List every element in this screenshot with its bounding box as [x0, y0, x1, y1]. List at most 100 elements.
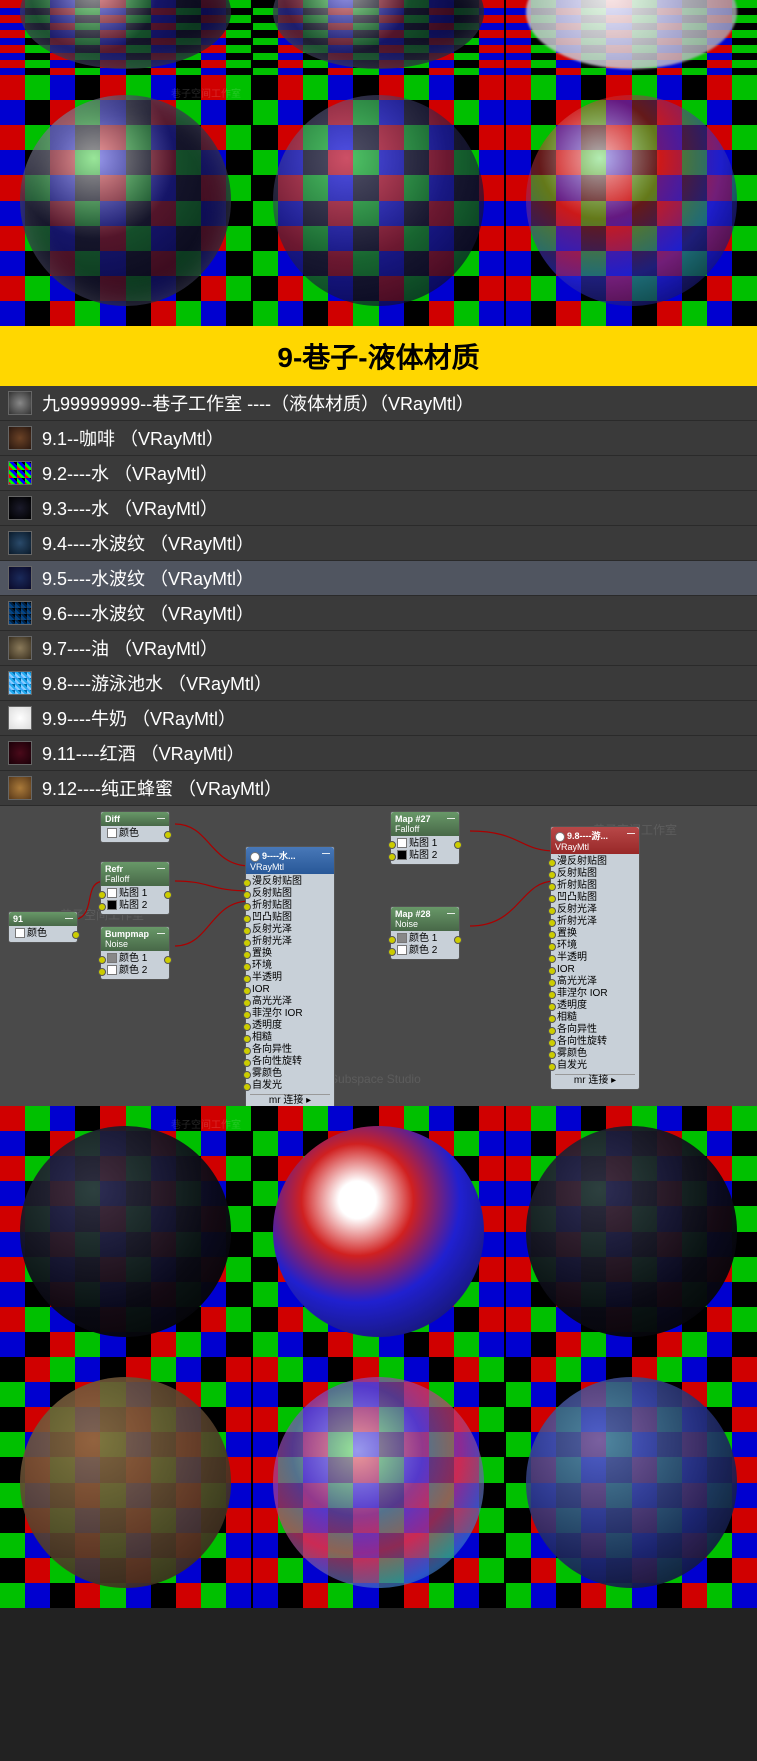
material-sphere: [273, 1377, 484, 1588]
material-swatch-icon: [8, 461, 32, 485]
node-bump[interactable]: BumpmapNoise— 颜色 1 颜色 2: [100, 926, 170, 980]
material-swatch-icon: [8, 636, 32, 660]
minimize-icon[interactable]: —: [322, 849, 330, 858]
node-param-row[interactable]: 菲涅尔 IOR: [555, 988, 635, 1000]
material-item-water2[interactable]: 9.3----水 （VRayMtl）: [0, 491, 757, 526]
node-param-row[interactable]: 各向性旋转: [250, 1056, 330, 1068]
material-item-wine[interactable]: 9.11----红酒 （VRayMtl）: [0, 736, 757, 771]
material-sphere: [526, 1377, 737, 1588]
material-swatch-icon: [8, 741, 32, 765]
material-sphere: [526, 95, 737, 306]
material-item-header[interactable]: 九99999999--巷子工作室 ----（液体材质）（VRayMtl）: [0, 386, 757, 421]
material-sphere: [273, 1126, 484, 1337]
preview-row-3: 巷子空间工作室: [0, 1106, 757, 1357]
node-param-row[interactable]: 折射贴图: [555, 880, 635, 892]
node-param-row[interactable]: 自发光: [555, 1060, 635, 1072]
material-item-water1[interactable]: 9.2----水 （VRayMtl）: [0, 456, 757, 491]
material-swatch-icon: [8, 706, 32, 730]
material-swatch-icon: [8, 496, 32, 520]
material-label: 9.2----水 （VRayMtl）: [42, 460, 218, 486]
node-footer[interactable]: mr 连接 ▸: [250, 1094, 330, 1106]
node-param-row[interactable]: IOR: [555, 964, 635, 976]
node-param-row[interactable]: 高光光泽: [555, 976, 635, 988]
node-param-row[interactable]: 凹凸贴图: [250, 912, 330, 924]
node-param-row[interactable]: 反射光泽: [250, 924, 330, 936]
preview-row-2: 巷子空间工作室: [0, 75, 757, 326]
node-param-row[interactable]: 环境: [555, 940, 635, 952]
node-param-row[interactable]: 半透明: [250, 972, 330, 984]
node-color[interactable]: 91— 颜色: [8, 911, 78, 943]
material-item-wave3[interactable]: 9.6----水波纹 （VRayMtl）: [0, 596, 757, 631]
node-param-row[interactable]: 漫反射贴图: [250, 876, 330, 888]
material-sphere: [273, 95, 484, 306]
material-item-wave1[interactable]: 9.4----水波纹 （VRayMtl）: [0, 526, 757, 561]
node-param-row[interactable]: 菲涅尔 IOR: [250, 1008, 330, 1020]
node-param-row[interactable]: 各向异性: [250, 1044, 330, 1056]
preview-row-top: [0, 0, 757, 75]
node-param-row[interactable]: 折射光泽: [250, 936, 330, 948]
node-param-row[interactable]: 反射光泽: [555, 904, 635, 916]
material-item-milk[interactable]: 9.9----牛奶 （VRayMtl）: [0, 701, 757, 736]
node-param-row[interactable]: IOR: [250, 984, 330, 996]
material-sphere: [20, 1126, 231, 1337]
material-swatch-icon: [8, 391, 32, 415]
node-param-row[interactable]: 折射光泽: [555, 916, 635, 928]
node-editor[interactable]: 巷子空间工作室 巷子空间工作室 Lane Subspace Studio 91—…: [0, 806, 757, 1106]
node-diff[interactable]: Diff— 颜色: [100, 811, 170, 843]
material-label: 9.11----红酒 （VRayMtl）: [42, 740, 245, 766]
material-label: 9.4----水波纹 （VRayMtl）: [42, 530, 254, 556]
minimize-icon[interactable]: —: [447, 814, 455, 823]
minimize-icon[interactable]: —: [447, 909, 455, 918]
material-sphere: [20, 95, 231, 306]
material-swatch-icon: [8, 776, 32, 800]
node-vraymtl-left[interactable]: 9----水...VRayMtl— 漫反射贴图反射贴图折射贴图凹凸贴图反射光泽折…: [245, 846, 335, 1106]
node-param-row[interactable]: 置换: [555, 928, 635, 940]
node-param-row[interactable]: 凹凸贴图: [555, 892, 635, 904]
node-map28[interactable]: Map #28Noise— 颜色 1 颜色 2: [390, 906, 460, 960]
node-param-row[interactable]: 透明度: [250, 1020, 330, 1032]
node-refr[interactable]: RefrFalloff— 贴图 1 贴图 2: [100, 861, 170, 915]
material-item-wave2[interactable]: 9.5----水波纹 （VRayMtl）: [0, 561, 757, 596]
node-param-row[interactable]: 透明度: [555, 1000, 635, 1012]
minimize-icon[interactable]: —: [65, 914, 73, 923]
node-footer[interactable]: mr 连接 ▸: [555, 1074, 635, 1087]
node-param-row[interactable]: 雾颜色: [250, 1068, 330, 1080]
material-label: 9.9----牛奶 （VRayMtl）: [42, 705, 236, 731]
node-param-row[interactable]: 相糙: [250, 1032, 330, 1044]
material-label: 9.7----油 （VRayMtl）: [42, 635, 218, 661]
node-vraymtl-right[interactable]: 9.8----游...VRayMtl— 漫反射贴图反射贴图折射贴图凹凸贴图反射光…: [550, 826, 640, 1090]
material-label: 9.12----纯正蜂蜜 （VRayMtl）: [42, 775, 282, 801]
node-param-row[interactable]: 反射贴图: [250, 888, 330, 900]
material-label: 九99999999--巷子工作室 ----（液体材质）（VRayMtl）: [42, 390, 474, 416]
node-param-row[interactable]: 自发光: [250, 1080, 330, 1092]
material-item-pool[interactable]: 9.8----游泳池水 （VRayMtl）: [0, 666, 757, 701]
node-map27[interactable]: Map #27Falloff— 贴图 1 贴图 2: [390, 811, 460, 865]
node-param-row[interactable]: 半透明: [555, 952, 635, 964]
material-item-coffee[interactable]: 9.1--咖啡 （VRayMtl）: [0, 421, 757, 456]
node-param-row[interactable]: 雾颜色: [555, 1048, 635, 1060]
node-param-row[interactable]: 反射贴图: [555, 868, 635, 880]
minimize-icon[interactable]: —: [627, 829, 635, 838]
node-param-row[interactable]: 置换: [250, 948, 330, 960]
material-swatch-icon: [8, 426, 32, 450]
minimize-icon[interactable]: —: [157, 929, 165, 938]
node-param-row[interactable]: 相糙: [555, 1012, 635, 1024]
node-param-row[interactable]: 环境: [250, 960, 330, 972]
node-param-row[interactable]: 漫反射贴图: [555, 856, 635, 868]
material-label: 9.8----游泳池水 （VRayMtl）: [42, 670, 272, 696]
material-label: 9.1--咖啡 （VRayMtl）: [42, 425, 224, 451]
material-label: 9.6----水波纹 （VRayMtl）: [42, 600, 254, 626]
minimize-icon[interactable]: —: [157, 814, 165, 823]
material-list: 九99999999--巷子工作室 ----（液体材质）（VRayMtl） 9.1-…: [0, 386, 757, 806]
node-param-row[interactable]: 折射贴图: [250, 900, 330, 912]
node-param-row[interactable]: 高光光泽: [250, 996, 330, 1008]
material-sphere: [526, 1126, 737, 1337]
section-title: 9-巷子-液体材质: [0, 326, 757, 386]
node-param-row[interactable]: 各向异性: [555, 1024, 635, 1036]
minimize-icon[interactable]: —: [157, 864, 165, 873]
material-item-honey[interactable]: 9.12----纯正蜂蜜 （VRayMtl）: [0, 771, 757, 806]
material-item-oil[interactable]: 9.7----油 （VRayMtl）: [0, 631, 757, 666]
material-swatch-icon: [8, 566, 32, 590]
node-param-row[interactable]: 各向性旋转: [555, 1036, 635, 1048]
material-label: 9.5----水波纹 （VRayMtl）: [42, 565, 254, 591]
